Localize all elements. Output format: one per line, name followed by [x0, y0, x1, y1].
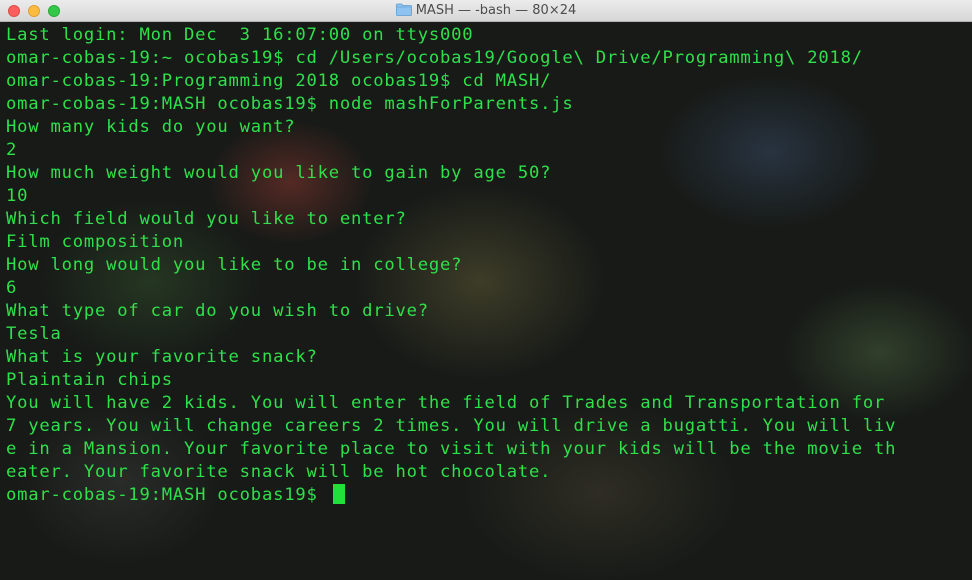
terminal-content[interactable]: Last login: Mon Dec 3 16:07:00 on ttys00… — [0, 22, 972, 580]
window-title: MASH — -bash — 80×24 — [415, 3, 577, 18]
title-bar[interactable]: MASH — -bash — 80×24 — [0, 0, 972, 22]
terminal-line: omar-cobas-19:~ ocobas19$ cd /Users/ocob… — [6, 48, 863, 68]
terminal-line: omar-cobas-19:MASH ocobas19$ node mashFo… — [6, 94, 574, 114]
terminal-line: How long would you like to be in college… — [6, 255, 463, 275]
terminal-line: How many kids do you want? — [6, 117, 296, 137]
terminal-line: omar-cobas-19:Programming 2018 ocobas19$… — [6, 71, 552, 91]
terminal-line: Which field would you like to enter? — [6, 209, 407, 229]
terminal-window: MASH — -bash — 80×24 Last login: Mon Dec… — [0, 0, 972, 580]
text-cursor — [332, 484, 345, 504]
terminal-line: What is your favorite snack? — [6, 347, 318, 367]
window-title-container: MASH — -bash — 80×24 — [0, 3, 972, 21]
prompt-line[interactable]: omar-cobas-19:MASH ocobas19$ — [6, 484, 896, 507]
folder-icon — [395, 3, 412, 21]
terminal-line: 6 — [6, 278, 18, 298]
terminal-line: e in a Mansion. Your favorite place to v… — [6, 439, 897, 459]
terminal-line: 10 — [6, 186, 29, 206]
terminal-line: eater. Your favorite snack will be hot c… — [6, 462, 552, 482]
terminal-line: Film composition — [6, 232, 185, 252]
terminal-line: You will have 2 kids. You will enter the… — [6, 393, 886, 413]
terminal-line: Last login: Mon Dec 3 16:07:00 on ttys00… — [6, 25, 474, 45]
terminal-output: Last login: Mon Dec 3 16:07:00 on ttys00… — [6, 24, 896, 507]
terminal-line: 7 years. You will change careers 2 times… — [6, 416, 897, 436]
prompt-text: omar-cobas-19:MASH ocobas19$ — [6, 485, 329, 505]
terminal-line: What type of car do you wish to drive? — [6, 301, 429, 321]
terminal-line: 2 — [6, 140, 18, 160]
terminal-line: Tesla — [6, 324, 62, 344]
terminal-line: Plaintain chips — [6, 370, 173, 390]
terminal-line: How much weight would you like to gain b… — [6, 163, 552, 183]
